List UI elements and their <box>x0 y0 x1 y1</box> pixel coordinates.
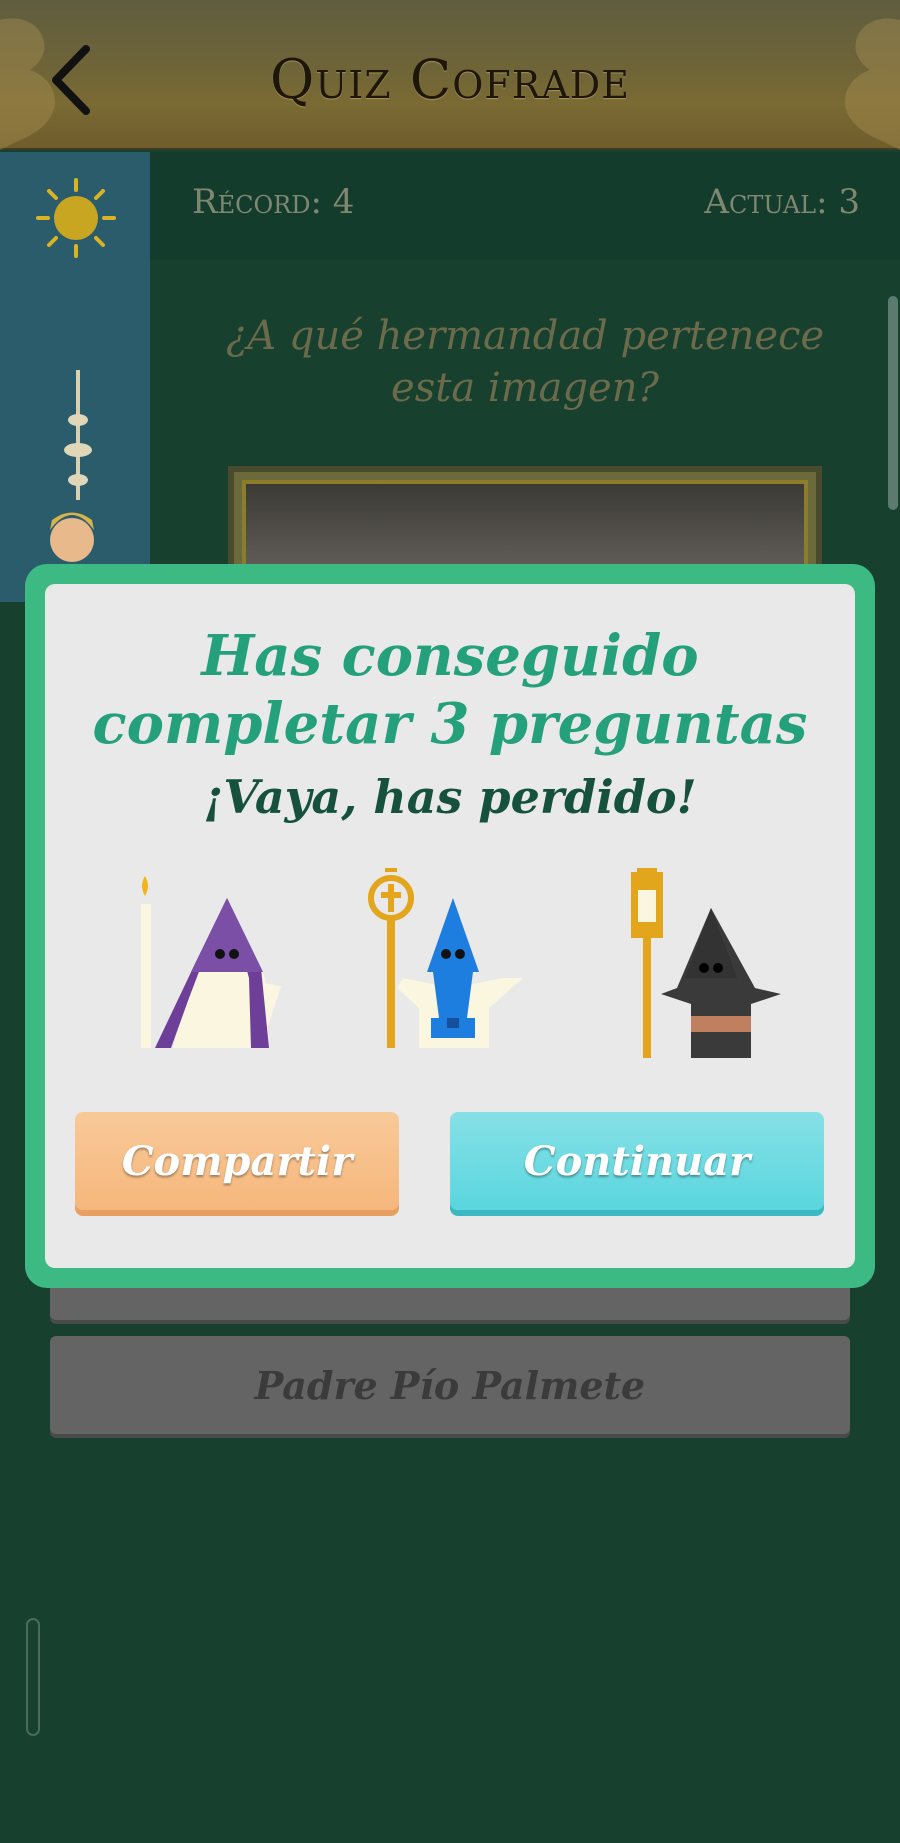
sun-icon[interactable] <box>36 178 116 258</box>
answer-option-4[interactable]: Padre Pío Palmete <box>50 1336 850 1434</box>
left-rail <box>0 152 150 602</box>
result-title: Has conseguido completar 3 preguntas <box>92 623 808 757</box>
app-header: Quiz Cofrade <box>0 0 900 150</box>
nazareno-purple-candle-icon <box>141 876 281 1048</box>
result-modal-body: Has conseguido completar 3 preguntas ¡Va… <box>45 584 855 1268</box>
share-button[interactable]: Compartir <box>75 1112 399 1210</box>
question-text: ¿A qué hermandad pertenece esta imagen? <box>225 313 825 411</box>
continue-button[interactable]: Continuar <box>450 1112 824 1210</box>
score-bar: Récord: 4 Actual: 3 <box>150 152 900 260</box>
record-score: Récord: 4 <box>192 182 355 222</box>
scroll-indicator <box>26 1618 40 1736</box>
nazareno-blue-cross-icon <box>368 868 523 1048</box>
result-modal: Has conseguido completar 3 preguntas ¡Va… <box>25 564 875 1288</box>
nazareno-black-lantern-icon <box>631 868 781 1058</box>
scrollbar[interactable] <box>888 296 898 510</box>
result-subtitle: ¡Vaya, has perdido! <box>203 770 697 824</box>
page-title: Quiz Cofrade <box>270 48 630 111</box>
current-score: Actual: 3 <box>704 182 860 222</box>
